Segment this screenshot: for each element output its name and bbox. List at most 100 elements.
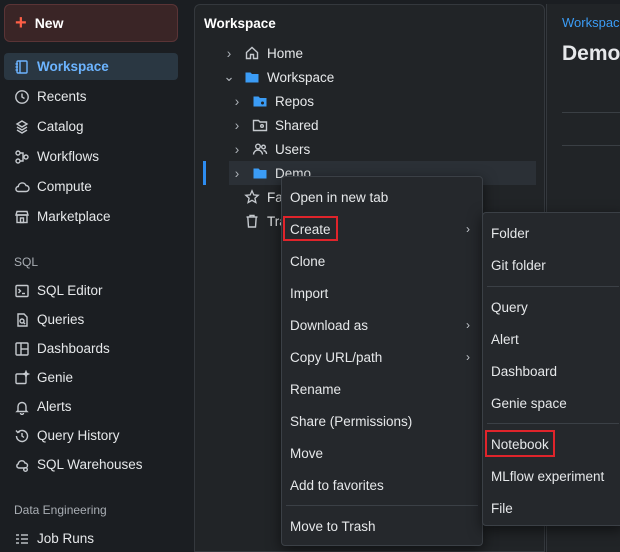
home-icon [243, 44, 261, 62]
sidebar-item-label: Dashboards [37, 341, 110, 356]
menu-item-clone[interactable]: Clone [282, 246, 482, 276]
submenu-item-folder[interactable]: Folder [483, 218, 620, 248]
menu-item-label: Share (Permissions) [290, 413, 413, 429]
data-engineering-section-label: Data Engineering [14, 503, 107, 517]
sidebar-item-dashboards[interactable]: Dashboards [4, 335, 178, 362]
sidebar-item-label: Genie [37, 370, 74, 385]
sql-section-label: SQL [14, 255, 39, 269]
sidebar-item-label: Workspace [37, 59, 109, 74]
sidebar-item-recents[interactable]: Recents [4, 83, 178, 110]
breadcrumb[interactable]: Workspace [562, 15, 620, 30]
repos-folder-icon [251, 92, 269, 110]
sidebar-item-label: Catalog [37, 119, 84, 134]
chevron-right-icon[interactable]: › [229, 94, 245, 109]
submenu-item-git-folder[interactable]: Git folder [483, 250, 620, 280]
clock-icon [13, 88, 31, 106]
menu-item-label: Clone [290, 253, 326, 269]
sidebar: + New Workspace Recents Catalog Workflow… [0, 0, 190, 552]
menu-item-label: Alert [491, 331, 519, 347]
menu-item-label: Folder [491, 225, 530, 241]
folder-icon [251, 164, 269, 182]
notebook-highlight [485, 430, 555, 457]
sidebar-item-sql-editor[interactable]: SQL Editor [4, 277, 178, 304]
menu-item-move-to-trash[interactable]: Move to Trash [282, 511, 482, 541]
sidebar-item-label: Recents [37, 89, 87, 104]
history-icon [13, 427, 31, 445]
chevron-right-icon[interactable]: › [229, 118, 245, 133]
new-button[interactable]: + New [4, 4, 178, 42]
sidebar-item-label: SQL Warehouses [37, 457, 143, 472]
sidebar-item-label: Compute [37, 179, 92, 194]
chevron-right-icon[interactable]: › [221, 46, 237, 61]
sidebar-item-catalog[interactable]: Catalog [4, 113, 178, 140]
submenu-item-alert[interactable]: Alert [483, 324, 620, 354]
submenu-item-mlflow-experiment[interactable]: MLflow experiment [483, 461, 620, 491]
tree-item-shared[interactable]: › Shared [229, 113, 529, 137]
menu-item-share[interactable]: Share (Permissions) [282, 406, 482, 436]
menu-item-label: Dashboard [491, 363, 558, 379]
menu-item-import[interactable]: Import [282, 278, 482, 308]
sidebar-item-job-runs[interactable]: Job Runs [4, 525, 178, 552]
tree-item-home[interactable]: › Home [221, 41, 521, 65]
create-submenu: Folder Git folder Query Alert Dashboard … [482, 212, 620, 526]
submenu-item-genie-space[interactable]: Genie space [483, 388, 620, 418]
submenu-item-query[interactable]: Query [483, 292, 620, 322]
store-icon [13, 208, 31, 226]
menu-item-label: Git folder [491, 257, 546, 273]
job-runs-icon [13, 530, 31, 548]
menu-item-open-new-tab[interactable]: Open in new tab [282, 182, 482, 212]
plus-icon: + [15, 12, 27, 34]
sidebar-item-label: Job Runs [37, 531, 95, 546]
page-title: Demo [562, 42, 620, 65]
shared-folder-icon [251, 116, 269, 134]
cloud-icon [13, 178, 31, 196]
sidebar-item-label: Queries [37, 312, 85, 327]
chevron-down-icon[interactable]: ⌄ [221, 69, 237, 85]
sidebar-item-alerts[interactable]: Alerts [4, 393, 178, 420]
sidebar-item-query-history[interactable]: Query History [4, 422, 178, 449]
menu-item-label: Import [290, 285, 329, 301]
sidebar-item-sql-warehouses[interactable]: SQL Warehouses [4, 451, 178, 478]
sidebar-item-workspace[interactable]: Workspace [4, 53, 178, 80]
sidebar-item-genie[interactable]: Genie [4, 364, 178, 391]
sidebar-item-compute[interactable]: Compute [4, 173, 178, 200]
menu-item-label: Move [290, 445, 324, 461]
menu-item-label: File [491, 500, 513, 516]
selection-indicator [203, 161, 206, 185]
menu-item-label: Open in new tab [290, 189, 389, 205]
tree-item-users[interactable]: › Users [229, 137, 529, 161]
submenu-item-file[interactable]: File [483, 493, 620, 523]
submenu-item-dashboard[interactable]: Dashboard [483, 356, 620, 386]
sidebar-item-label: Query History [37, 428, 120, 443]
trash-icon [243, 212, 261, 230]
menu-item-label: MLflow experiment [491, 468, 605, 484]
tree-item-workspace[interactable]: ⌄ Workspace [221, 65, 521, 89]
menu-item-move[interactable]: Move [282, 438, 482, 468]
star-icon [243, 188, 261, 206]
menu-item-label: Rename [290, 381, 342, 397]
workflows-icon [13, 148, 31, 166]
menu-item-rename[interactable]: Rename [282, 374, 482, 404]
menu-divider [487, 286, 619, 287]
chevron-right-icon: › [466, 350, 470, 364]
tree-item-repos[interactable]: › Repos [229, 89, 529, 113]
menu-divider [487, 423, 619, 424]
chevron-right-icon[interactable]: › [229, 142, 245, 157]
warehouse-icon [13, 456, 31, 474]
menu-item-label: Query [491, 299, 528, 315]
menu-item-label: Move to Trash [290, 518, 376, 534]
menu-item-download-as[interactable]: Download as › [282, 310, 482, 340]
chevron-right-icon[interactable]: › [229, 166, 245, 181]
sidebar-item-label: Alerts [37, 399, 72, 414]
tree-item-label: Users [275, 141, 311, 157]
queries-icon [13, 311, 31, 329]
tree-item-label: Shared [275, 117, 319, 133]
sidebar-item-queries[interactable]: Queries [4, 306, 178, 333]
menu-item-label: Copy URL/path [290, 349, 383, 365]
sidebar-item-workflows[interactable]: Workflows [4, 143, 178, 170]
tree-item-label: Home [267, 45, 304, 61]
menu-item-label: Add to favorites [290, 477, 384, 493]
menu-item-add-favorites[interactable]: Add to favorites [282, 470, 482, 500]
menu-item-copy-url[interactable]: Copy URL/path › [282, 342, 482, 372]
sidebar-item-marketplace[interactable]: Marketplace [4, 203, 178, 230]
